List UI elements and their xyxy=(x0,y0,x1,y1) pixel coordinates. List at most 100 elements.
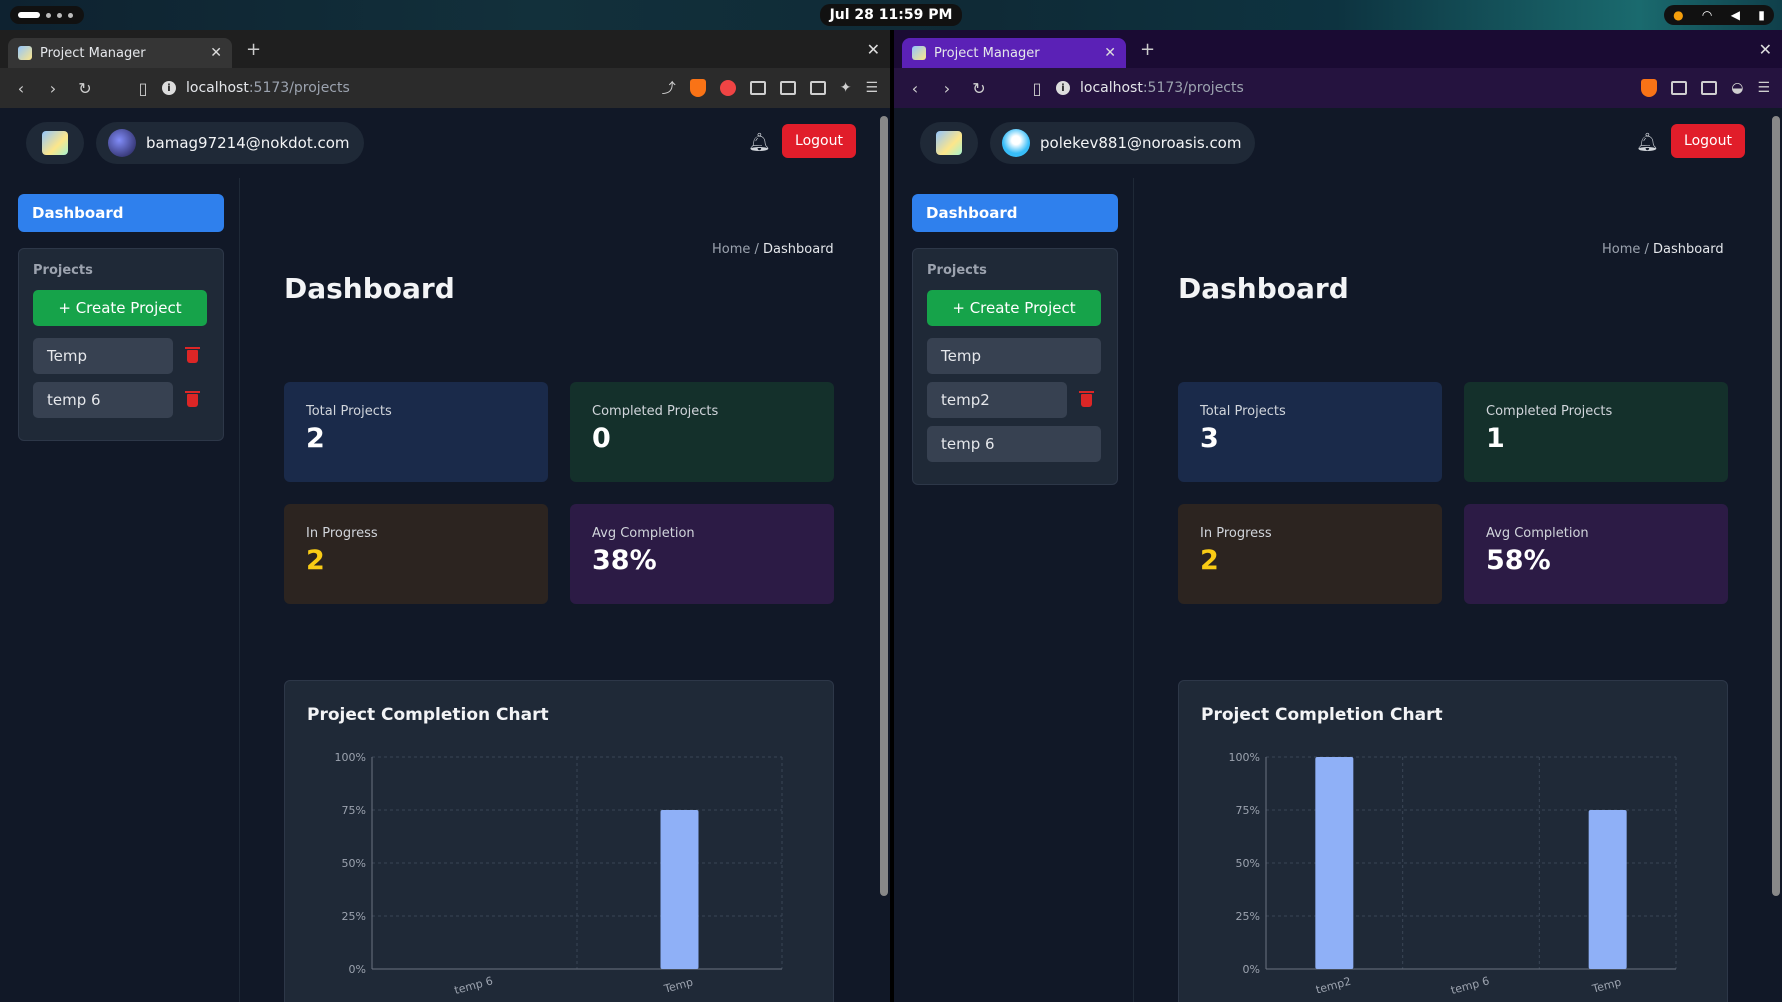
workspace-dot xyxy=(68,12,73,18)
address-bar: ‹ › ↻ ▯ i localhost:5173/projects ◒ ☰ xyxy=(894,68,1782,108)
sidebar-toggle-icon[interactable] xyxy=(779,81,796,95)
page-scrollbar[interactable] xyxy=(1772,116,1780,896)
logo-icon xyxy=(42,131,68,155)
wallet-icon[interactable] xyxy=(809,81,826,95)
user-chip[interactable]: bamag97214@nokdot.com xyxy=(96,122,364,164)
y-tick-label: 50% xyxy=(1236,857,1260,870)
logout-button[interactable]: Logout xyxy=(1671,124,1745,158)
sidebar-toggle-icon[interactable] xyxy=(1701,81,1718,95)
favicon-icon xyxy=(912,46,926,60)
screenshot-icon[interactable] xyxy=(749,81,766,95)
tab-title: Project Manager xyxy=(934,45,1040,61)
system-clock[interactable]: Jul 28 11:59 PM xyxy=(819,4,963,26)
stat-label: In Progress xyxy=(306,526,378,541)
user-email: bamag97214@nokdot.com xyxy=(146,134,350,152)
tab-strip: Project Manager ✕ + ✕ xyxy=(0,30,890,68)
project-item[interactable]: Temp xyxy=(927,338,1101,374)
logout-button[interactable]: Logout xyxy=(782,124,856,158)
breadcrumb-home[interactable]: Home xyxy=(1602,242,1640,257)
bookmark-icon[interactable]: ▯ xyxy=(134,79,152,98)
workspace-indicator[interactable] xyxy=(10,6,84,24)
brave-shields-icon[interactable] xyxy=(1641,79,1658,97)
project-row: temp 6 xyxy=(33,382,209,418)
breadcrumb-separator: / xyxy=(750,242,764,257)
y-tick-label: 25% xyxy=(342,910,366,923)
projects-panel: Projects + Create Project Temp temp 6 xyxy=(18,248,224,441)
system-tray[interactable]: ● ◠ ◀ ▮ xyxy=(1664,5,1774,25)
site-info-icon[interactable]: i xyxy=(1056,81,1070,95)
forward-icon[interactable]: › xyxy=(938,79,956,98)
new-tab-icon[interactable]: + xyxy=(1140,39,1155,60)
new-tab-icon[interactable]: + xyxy=(246,39,261,60)
screenshot-icon[interactable] xyxy=(1671,81,1688,95)
bookmark-icon[interactable]: ▯ xyxy=(1028,79,1046,98)
project-item[interactable]: temp 6 xyxy=(33,382,173,418)
x-tick-label: temp 6 xyxy=(453,974,494,997)
notification-bell-icon[interactable]: 🔔︎ xyxy=(1636,132,1659,153)
tab-close-icon[interactable]: ✕ xyxy=(210,45,222,61)
stat-card-total: Total Projects 3 xyxy=(1178,382,1442,482)
notification-bell-icon[interactable]: 🔔︎ xyxy=(748,132,771,153)
reload-icon[interactable]: ↻ xyxy=(970,79,988,98)
sidebar-item-dashboard[interactable]: Dashboard xyxy=(18,194,224,232)
favicon-icon xyxy=(18,46,32,60)
share-icon[interactable]: ⤴ xyxy=(662,78,676,98)
forward-icon[interactable]: › xyxy=(44,79,62,98)
breadcrumb: Home / Dashboard xyxy=(712,242,834,257)
project-item[interactable]: Temp xyxy=(33,338,173,374)
leo-ai-icon[interactable]: ✦ xyxy=(840,80,852,96)
private-window-icon[interactable]: ◒ xyxy=(1731,80,1743,96)
back-icon[interactable]: ‹ xyxy=(906,79,924,98)
project-row: temp2 xyxy=(927,382,1103,418)
x-tick-label: temp2 xyxy=(1314,975,1352,997)
project-item[interactable]: temp 6 xyxy=(927,426,1101,462)
window-close-icon[interactable]: ✕ xyxy=(867,40,880,59)
stat-value: 3 xyxy=(1200,423,1219,454)
tab-project-manager[interactable]: Project Manager ✕ xyxy=(8,38,232,68)
breadcrumb-home[interactable]: Home xyxy=(712,242,750,257)
stat-value: 38% xyxy=(592,545,657,576)
delete-trash-icon[interactable] xyxy=(185,346,200,363)
projects-heading: Projects xyxy=(33,263,93,278)
workspace-dot xyxy=(46,12,51,18)
url-field[interactable]: ▯ i localhost:5173/projects xyxy=(1002,79,1627,98)
sidebar-item-dashboard[interactable]: Dashboard xyxy=(912,194,1118,232)
delete-trash-icon[interactable] xyxy=(1079,390,1094,407)
chart-bar xyxy=(1588,810,1627,969)
url-field[interactable]: ▯ i localhost:5173/projects xyxy=(108,79,648,98)
tab-title: Project Manager xyxy=(40,45,146,61)
stat-value: 0 xyxy=(592,423,611,454)
create-project-button[interactable]: + Create Project xyxy=(33,290,207,326)
page-scrollbar[interactable] xyxy=(880,116,888,896)
stat-card-total: Total Projects 2 xyxy=(284,382,548,482)
microphone-icon[interactable]: ● xyxy=(1673,8,1683,22)
y-tick-label: 0% xyxy=(1243,963,1260,976)
stat-value: 2 xyxy=(306,545,325,576)
create-project-button[interactable]: + Create Project xyxy=(927,290,1101,326)
project-item[interactable]: temp2 xyxy=(927,382,1067,418)
tab-project-manager[interactable]: Project Manager ✕ xyxy=(902,38,1126,68)
chart-bar xyxy=(1315,757,1354,969)
tab-close-icon[interactable]: ✕ xyxy=(1104,45,1116,61)
back-icon[interactable]: ‹ xyxy=(12,79,30,98)
brave-shields-icon[interactable] xyxy=(689,79,706,97)
project-row: Temp xyxy=(33,338,209,374)
user-chip[interactable]: polekev881@noroasis.com xyxy=(990,122,1256,164)
app-logo[interactable] xyxy=(26,122,84,164)
delete-trash-icon[interactable] xyxy=(185,390,200,407)
battery-icon[interactable]: ▮ xyxy=(1758,8,1765,22)
y-tick-label: 0% xyxy=(349,963,366,976)
reload-icon[interactable]: ↻ xyxy=(76,79,94,98)
url-text: localhost:5173/projects xyxy=(186,80,350,96)
volume-icon[interactable]: ◀ xyxy=(1731,8,1740,22)
site-info-icon[interactable]: i xyxy=(162,81,176,95)
window-close-icon[interactable]: ✕ xyxy=(1759,40,1772,59)
completion-chart-card: Project Completion Chart 0% 25% 50% 75% 100%… xyxy=(284,680,834,1002)
app-logo[interactable] xyxy=(920,122,978,164)
menu-icon[interactable]: ☰ xyxy=(1757,80,1770,96)
wifi-icon[interactable]: ◠ xyxy=(1702,8,1712,22)
projects-panel: Projects + Create Project Temp temp2 tem… xyxy=(912,248,1118,485)
menu-icon[interactable]: ☰ xyxy=(865,80,878,96)
brave-rewards-icon[interactable] xyxy=(719,80,736,96)
y-tick-label: 100% xyxy=(1229,751,1260,764)
